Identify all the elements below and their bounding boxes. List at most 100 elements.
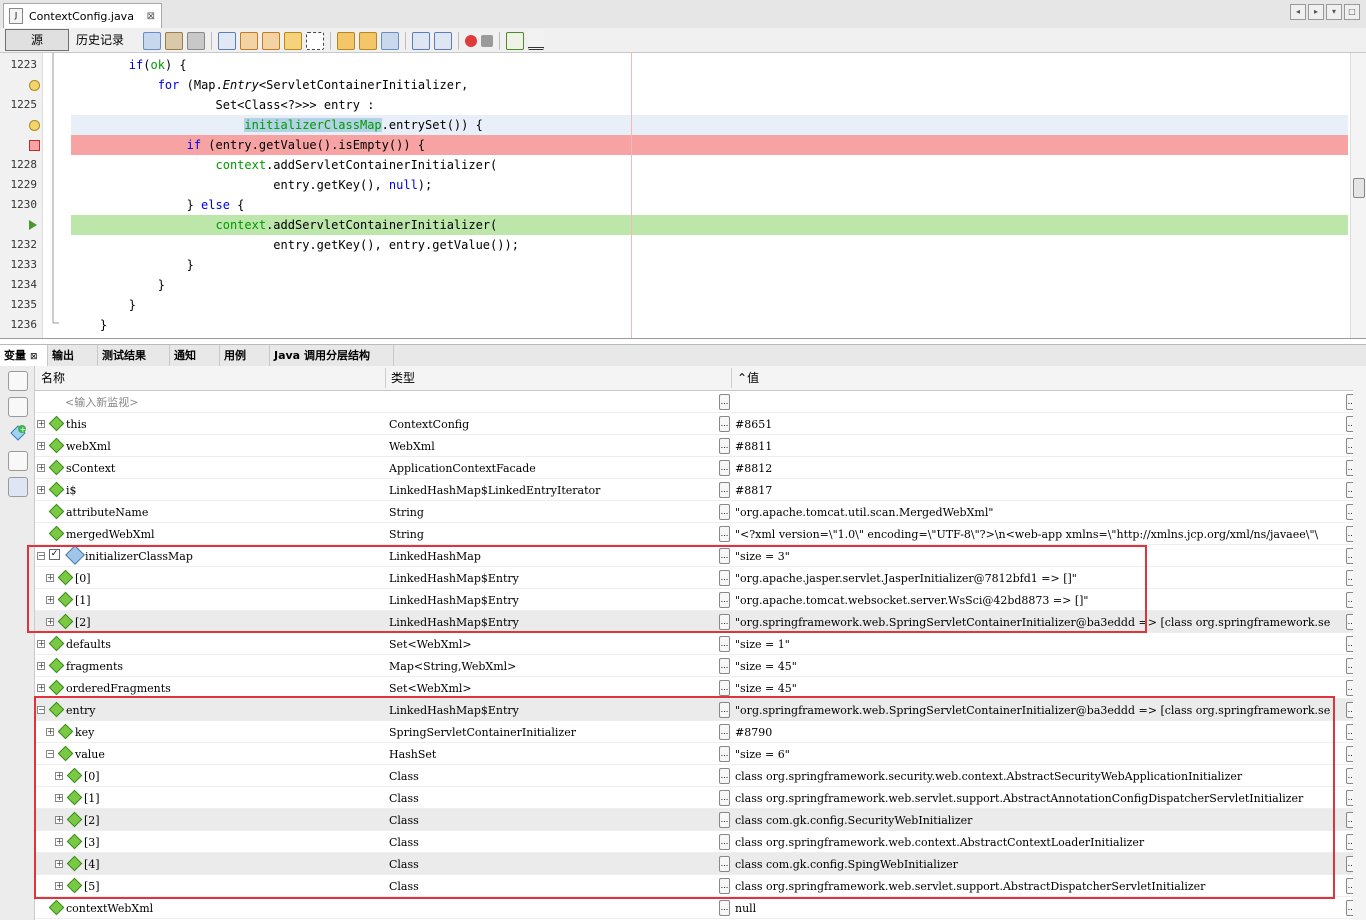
table-row[interactable]: + [1] Class... class org.springframework.we… [35,787,1366,809]
edit-ellipsis-button[interactable]: ... [719,702,730,718]
source-button[interactable]: 源 [5,29,69,51]
rect-select-icon[interactable] [306,31,324,50]
table-row[interactable]: + this ContextConfig... #8651... [35,413,1366,435]
table-row[interactable]: + [5] Class... class org.springframework.we… [35,875,1366,897]
table-row[interactable]: + [0] Class... class org.springframework.se… [35,765,1366,787]
expand-icon[interactable]: + [46,728,54,736]
edit-ellipsis-button[interactable]: ... [719,614,730,630]
find-previous-icon[interactable] [240,31,258,50]
edit-ellipsis-button[interactable]: ... [719,526,730,542]
expand-icon[interactable]: + [37,420,45,428]
column-header-type[interactable]: 类型 [391,366,415,390]
tab-usages[interactable]: 用例 [220,345,270,366]
collapse-icon[interactable]: − [37,552,45,560]
code-line[interactable]: } [71,255,1348,275]
edit-ellipsis-button[interactable]: ... [719,834,730,850]
expand-icon[interactable]: + [37,640,45,648]
column-header-value[interactable]: ⌃值 [737,366,759,390]
line-number[interactable]: 1229 [0,175,42,195]
tab-notifications[interactable]: 通知 [170,345,220,366]
code-line[interactable]: Set<Class<?>>> entry : [71,95,1348,115]
uncomment-icon[interactable] [528,31,544,50]
expand-icon[interactable]: + [37,662,45,670]
table-row[interactable]: + fragments Map<String,WebXml>... "size = 4… [35,655,1366,677]
code-line[interactable]: } [71,315,1348,335]
code-fold-margin[interactable] [46,53,60,338]
scroll-left-icon[interactable]: ◂ [1290,4,1306,20]
breakpoint-icon[interactable] [29,140,40,151]
table-row[interactable]: contextWebXml... null... [35,897,1366,919]
line-number[interactable]: 1232 [0,235,42,255]
tab-call-hierarchy[interactable]: Java 调用分层结构 [270,345,394,366]
line-number-gutter[interactable]: 1223 1225 1228 1229 1230 1232 1233 1234 1235 1236 [0,53,43,338]
table-row[interactable]: + [4] Class... class com.gk.config.SpingWeb… [35,853,1366,875]
editor-scrollbar[interactable] [1350,53,1366,338]
find-next-icon[interactable] [262,31,280,50]
file-tab[interactable]: J ContextConfig.java ⊠ [3,3,162,28]
tab-output[interactable]: 输出 [48,345,98,366]
edit-ellipsis-button[interactable]: ... [719,504,730,520]
edit-ellipsis-button[interactable]: ... [719,460,730,476]
expand-icon[interactable]: + [46,618,54,626]
expand-icon[interactable]: + [37,442,45,450]
comment-icon[interactable] [506,31,524,50]
toggle-bookmark-icon[interactable] [381,31,399,50]
tab-variables[interactable]: 变量 ⊠ [0,345,48,366]
scroll-right-icon[interactable]: ▸ [1308,4,1324,20]
line-number[interactable]: 1225 [0,95,42,115]
line-number[interactable]: 1234 [0,275,42,295]
table-row[interactable]: − ✓ initializerClassMap LinkedHashMap... "si… [35,545,1366,567]
edit-ellipsis-button[interactable]: ... [719,438,730,454]
breakpoint-line[interactable]: if (entry.getValue().isEmpty()) { [71,135,1348,155]
expand-icon[interactable]: + [46,596,54,604]
evaluate-icon[interactable] [8,451,28,471]
show-values-icon[interactable] [8,477,28,497]
shift-right-icon[interactable] [434,31,452,50]
line-number[interactable]: 1236 [0,315,42,335]
last-edit-icon[interactable] [143,31,161,50]
edit-ellipsis-button[interactable]: ... [719,768,730,784]
close-tab-icon[interactable]: ⊠ [30,352,38,362]
edit-ellipsis-button[interactable]: ... [719,746,730,762]
expand-icon[interactable]: + [55,772,63,780]
back-icon[interactable] [165,31,183,50]
watch-icon[interactable] [8,371,28,391]
collapse-icon[interactable]: − [46,750,54,758]
shift-left-icon[interactable] [412,31,430,50]
edit-ellipsis-button[interactable]: ... [719,482,730,498]
edit-ellipsis-button[interactable]: ... [719,570,730,586]
table-row[interactable]: − entry LinkedHashMap$Entry... "org.springf… [35,699,1366,721]
code-line[interactable]: context.addServletContainerInitializer( [71,155,1348,175]
prev-bookmark-icon[interactable] [337,31,355,50]
table-row[interactable]: − value HashSet... "size = 6"... [35,743,1366,765]
code-line[interactable]: } [71,295,1348,315]
code-editor[interactable]: 1223 1225 1228 1229 1230 1232 1233 1234 1235 1236… [0,53,1366,339]
expand-icon[interactable]: + [37,464,45,472]
table-scrollbar[interactable] [1353,366,1366,920]
toggle-highlight-icon[interactable] [284,31,302,50]
table-row[interactable]: + orderedFragments Set<WebXml>... "size = 4… [35,677,1366,699]
watch-settings-icon[interactable] [8,397,28,417]
find-icon[interactable] [218,31,236,50]
line-number[interactable]: 1223 [0,55,42,75]
expand-icon[interactable]: + [46,574,54,582]
new-watch-input[interactable]: <输入新监视> [65,391,138,413]
line-number[interactable]: 1233 [0,255,42,275]
edit-ellipsis-button[interactable]: ... [719,658,730,674]
table-row[interactable]: + i$ LinkedHashMap$LinkedEntryIterator... #… [35,479,1366,501]
edit-ellipsis-button[interactable]: ... [719,724,730,740]
table-row[interactable]: + [2] Class... class com.gk.config.Security… [35,809,1366,831]
table-row[interactable]: + [0] LinkedHashMap$Entry... "org.apache.ja… [35,567,1366,589]
current-execution-line[interactable]: context.addServletContainerInitializer( [71,215,1348,235]
stop-macro-icon[interactable] [481,34,493,47]
edit-ellipsis-button[interactable]: ... [719,900,730,916]
edit-ellipsis-button[interactable]: ... [719,416,730,432]
line-number[interactable]: 1230 [0,195,42,215]
table-row[interactable]: <输入新监视>...... [35,391,1366,413]
expand-icon[interactable]: + [55,860,63,868]
edit-ellipsis-button[interactable]: ... [719,680,730,696]
collapse-icon[interactable]: − [37,706,45,714]
edit-ellipsis-button[interactable]: ... [719,790,730,806]
tab-test-results[interactable]: 测试结果 [98,345,170,366]
expand-icon[interactable]: + [55,838,63,846]
